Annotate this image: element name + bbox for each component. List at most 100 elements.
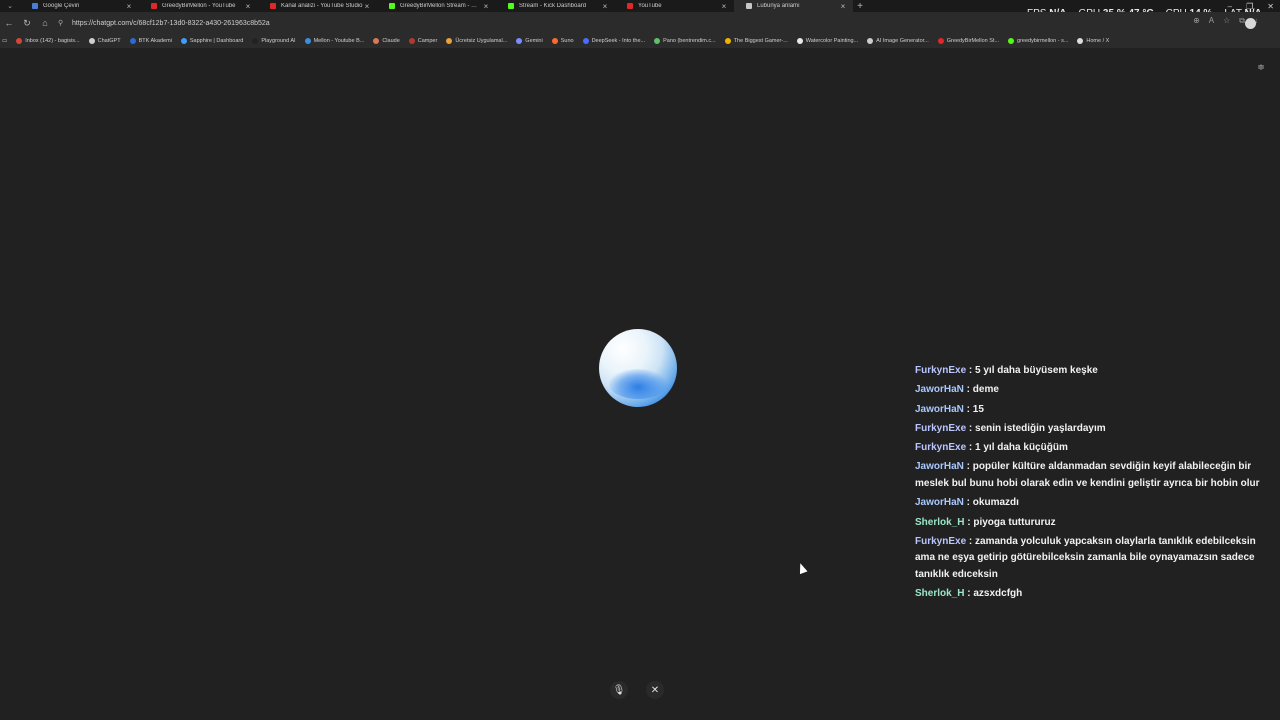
- bookmark-item[interactable]: Camper: [408, 38, 438, 44]
- tab-close-icon[interactable]: ×: [363, 2, 371, 11]
- profile-avatar[interactable]: [1245, 18, 1256, 29]
- bookmark-favicon-icon: [1077, 38, 1084, 44]
- bookmark-item[interactable]: Pano (bentrendim.c...: [654, 38, 716, 44]
- bookmark-item[interactable]: GreedyBirMellon St...: [937, 38, 999, 44]
- restore-icon[interactable]: ❐: [1246, 2, 1253, 11]
- bookmark-favicon-icon: [446, 38, 453, 44]
- reload-icon[interactable]: ↻: [18, 14, 36, 32]
- bookmark-label: Home / X: [1086, 38, 1110, 44]
- bookmark-item[interactable]: Inbox (142) - bagisis...: [16, 38, 80, 44]
- bookmark-star-icon[interactable]: ☆: [1223, 16, 1230, 26]
- bookmark-label: Gemini: [525, 38, 543, 44]
- tab-favicon-icon: [32, 3, 38, 9]
- tab-favicon-icon: [389, 3, 395, 9]
- voice-controls: 🎙 ✕: [610, 681, 664, 699]
- tab-close-icon[interactable]: ×: [839, 2, 847, 11]
- bookmark-label: Camper: [417, 38, 438, 44]
- chat-text: : deme: [963, 384, 999, 396]
- chat-message: FurkynExe : zamanda yolculuk yapcaksın o…: [913, 534, 1273, 584]
- bookmark-label: greedybirmellon - s...: [1017, 38, 1069, 44]
- end-voice-button[interactable]: ✕: [646, 681, 664, 699]
- tab-label: GreedyBirMellon - YouTube: [162, 3, 236, 9]
- tab-favicon-icon: [746, 3, 752, 9]
- sliders-icon[interactable]: ≑: [1256, 62, 1266, 72]
- bookmark-label: AI Image Generator...: [876, 38, 929, 44]
- bookmark-item[interactable]: Sapphire | Dashboard: [180, 38, 243, 44]
- new-tab-button[interactable]: +: [853, 1, 867, 12]
- tab-label: Google Çeviri: [43, 3, 80, 9]
- bookmark-favicon-icon: [304, 38, 311, 44]
- chat-message: JaworHaN : deme: [913, 382, 1273, 399]
- window-controls: – ❐ ✕: [1228, 0, 1274, 12]
- chat-text: : azsxdcfgh: [964, 588, 1023, 600]
- tab-search-icon[interactable]: ⌄: [0, 0, 20, 12]
- back-icon[interactable]: ←: [0, 14, 18, 32]
- browser-tab[interactable]: Google Çeviri ×: [20, 0, 139, 12]
- bookmark-favicon-icon: [724, 38, 731, 44]
- browser-tab[interactable]: GreedyBirMellon Stream - Watch...×: [377, 0, 496, 12]
- bookmark-item[interactable]: AI Image Generator...: [867, 38, 929, 44]
- bookmark-label: ChatGPT: [97, 38, 121, 44]
- tab-favicon-icon: [270, 3, 276, 9]
- close-icon: ✕: [650, 684, 660, 696]
- bookmark-item[interactable]: DeepSeek - Into the...: [582, 38, 645, 44]
- bookmark-item[interactable]: Playground AI: [252, 38, 296, 44]
- bookmark-item[interactable]: The Biggest Gamer-...: [724, 38, 788, 44]
- bookmark-item[interactable]: ChatGPT: [88, 38, 121, 44]
- tab-label: Kanal analizi - YouTube Studio: [281, 3, 363, 9]
- chat-text: : popüler kültüre aldanmadan sevdiğin ke…: [915, 461, 1260, 489]
- chat-message: FurkynExe : 5 yıl daha büyüsem keşke: [913, 363, 1273, 380]
- bookmark-favicon-icon: [937, 38, 944, 44]
- browser-tab[interactable]: Kanal analizi - YouTube Studio ×: [258, 0, 377, 12]
- chat-text: : okumazdı: [963, 497, 1019, 509]
- bookmark-item[interactable]: Ücretsiz Uygulamal...: [446, 38, 507, 44]
- chat-message: FurkynExe : senin istediğin yaşlardayım: [913, 421, 1273, 438]
- tab-favicon-icon: [151, 3, 157, 9]
- bookmark-list: Inbox (142) - bagisis... ChatGPT BTK Akade…: [16, 38, 1118, 44]
- chat-message: FurkynExe : 1 yıl daha küçüğüm: [913, 440, 1273, 457]
- minimize-icon[interactable]: –: [1228, 2, 1232, 11]
- chat-text: : 15: [963, 403, 984, 415]
- bookmark-favicon-icon: [129, 38, 136, 44]
- bookmark-favicon-icon: [867, 38, 874, 44]
- chat-username: JaworHaN: [915, 497, 964, 509]
- chat-message: JaworHaN : 15: [913, 402, 1273, 419]
- close-window-icon[interactable]: ✕: [1267, 2, 1274, 11]
- translate-icon[interactable]: A: [1209, 16, 1214, 26]
- browser-tab[interactable]: Stream - Kick Dashboard ×: [496, 0, 615, 12]
- bookmark-item[interactable]: Claude: [373, 38, 400, 44]
- chat-text: : piyoga tuttururuz: [964, 516, 1056, 528]
- tab-close-icon[interactable]: ×: [720, 2, 728, 11]
- microphone-button[interactable]: 🎙: [610, 681, 628, 699]
- tab-close-icon[interactable]: ×: [482, 2, 490, 11]
- bookmark-label: Suno: [560, 38, 574, 44]
- chat-username: FurkynExe: [915, 442, 967, 454]
- chat-username: FurkynExe: [915, 365, 967, 376]
- zoom-icon[interactable]: ⊕: [1193, 16, 1200, 26]
- bookmark-label: Pano (bentrendim.c...: [663, 38, 716, 44]
- url-field[interactable]: ⚲ https://chatgpt.com/c/68cf12b7-13d0-83…: [58, 15, 1058, 31]
- site-info-icon[interactable]: ⚲: [58, 19, 68, 27]
- bookmark-item[interactable]: BTK Akademi: [129, 38, 172, 44]
- home-icon[interactable]: ⌂: [36, 14, 54, 32]
- bookmark-favicon-icon: [252, 38, 259, 44]
- bookmark-favicon-icon: [408, 38, 415, 44]
- tab-close-icon[interactable]: ×: [244, 2, 252, 11]
- bookmark-item[interactable]: Home / X: [1077, 38, 1109, 44]
- browser-tab[interactable]: YouTube ×: [615, 0, 734, 12]
- bookmarks-menu-icon[interactable]: ▭: [2, 38, 7, 44]
- tab-close-icon[interactable]: ×: [601, 2, 609, 11]
- tab-close-icon[interactable]: ×: [125, 2, 133, 11]
- bookmark-item[interactable]: Gemini: [516, 38, 543, 44]
- bookmark-item[interactable]: Suno: [551, 38, 574, 44]
- bookmark-item[interactable]: Watercolor Painting...: [796, 38, 859, 44]
- chat-clipped-line: [913, 353, 1273, 363]
- bookmark-item[interactable]: greedybirmellon - s...: [1008, 38, 1068, 44]
- bookmark-label: Watercolor Painting...: [805, 38, 859, 44]
- chat-text: : zamanda yolculuk yapcaksın olaylarla t…: [915, 535, 1256, 580]
- bookmark-favicon-icon: [516, 38, 523, 44]
- tab-label: Lubunya anlamı: [757, 3, 800, 9]
- browser-tab[interactable]: GreedyBirMellon - YouTube ×: [139, 0, 258, 12]
- bookmark-item[interactable]: Mellon - Youtube B...: [304, 38, 364, 44]
- browser-tab[interactable]: Lubunya anlamı ×: [734, 0, 853, 12]
